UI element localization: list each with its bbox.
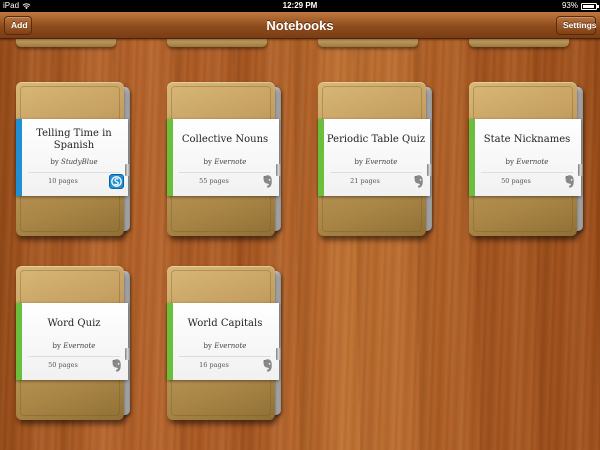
battery-percent: 93%: [561, 1, 578, 10]
notebook-title: Periodic Table Quiz: [326, 134, 426, 145]
notebook-label: Telling Time in Spanish by StudyBlue 10 …: [16, 119, 128, 196]
battery-fill: [583, 4, 595, 8]
author-name: StudyBlue: [61, 158, 98, 166]
notebook-label: Collective Nouns by Evernote 55 pages: [167, 119, 279, 196]
notebook-clasp: [125, 164, 130, 176]
status-bar: iPad 12:29 PM 93%: [0, 0, 600, 12]
notebook-title: Word Quiz: [47, 318, 101, 329]
evernote-icon: [260, 358, 275, 373]
notebook-periodic-table-quiz[interactable]: Periodic Table Quiz by Evernote 21 pages: [318, 82, 436, 236]
notebook-clasp: [427, 164, 432, 176]
notebook-state-nicknames[interactable]: State Nicknames by Evernote 50 pages: [469, 82, 587, 236]
notebook-author: by Evernote: [24, 342, 124, 350]
source-color-stripe: [469, 119, 475, 196]
notebook-world-capitals[interactable]: World Capitals by Evernote 16 pages: [167, 266, 285, 420]
notebook-title: World Capitals: [187, 318, 263, 329]
source-color-stripe: [318, 119, 324, 196]
notebook-page-count: 21 pages: [350, 177, 380, 185]
author-name: Evernote: [365, 158, 398, 166]
battery-icon: [581, 2, 599, 10]
author-prefix: by: [354, 158, 363, 166]
label-divider: [28, 356, 120, 357]
notebook-label: World Capitals by Evernote 16 pages: [167, 303, 279, 380]
notebook-page-count: 50 pages: [501, 177, 531, 185]
author-name: Evernote: [63, 342, 96, 350]
notebook-telling-time-in-spanish[interactable]: Telling Time in Spanish by StudyBlue 10 …: [16, 82, 134, 236]
notebook-clasp: [276, 164, 281, 176]
notebook-clasp: [578, 164, 583, 176]
source-color-stripe: [167, 303, 173, 380]
notebook-title: Telling Time in Spanish: [36, 128, 112, 151]
page-title: Notebooks: [266, 18, 334, 33]
notebook-title: Collective Nouns: [181, 134, 269, 145]
author-prefix: by: [50, 158, 59, 166]
notebook-collective-nouns[interactable]: Collective Nouns by Evernote 55 pages: [167, 82, 285, 236]
author-prefix: by: [52, 342, 61, 350]
author-name: Evernote: [214, 158, 247, 166]
label-divider: [481, 172, 573, 173]
notebook-clasp: [125, 348, 130, 360]
notebook-author: by Evernote: [175, 342, 275, 350]
clock: 12:29 PM: [282, 1, 318, 10]
author-prefix: by: [505, 158, 514, 166]
label-divider: [179, 356, 271, 357]
source-color-stripe: [16, 119, 22, 196]
notebook-author: by StudyBlue: [24, 158, 124, 166]
notebook-author: by Evernote: [175, 158, 275, 166]
notebook-title: State Nicknames: [483, 134, 571, 145]
author-prefix: by: [203, 158, 212, 166]
notebook-label: Periodic Table Quiz by Evernote 21 pages: [318, 119, 430, 196]
notebook-page-count: 55 pages: [199, 177, 229, 185]
navigation-bar: Add Notebooks Settings: [0, 12, 600, 39]
battery-group: 93%: [561, 0, 599, 12]
author-prefix: by: [203, 342, 212, 350]
partial-notebook[interactable]: [318, 39, 418, 47]
author-name: Evernote: [516, 158, 549, 166]
settings-button[interactable]: Settings: [556, 16, 597, 35]
partial-notebook[interactable]: [167, 39, 267, 47]
notebook-author: by Evernote: [326, 158, 426, 166]
partial-notebook[interactable]: [469, 39, 569, 47]
author-name: Evernote: [214, 342, 247, 350]
label-divider: [330, 172, 422, 173]
notebook-clasp: [276, 348, 281, 360]
source-color-stripe: [167, 119, 173, 196]
partial-notebook[interactable]: [16, 39, 116, 47]
notebook-author: by Evernote: [477, 158, 577, 166]
notebook-label: State Nicknames by Evernote 50 pages: [469, 119, 581, 196]
evernote-icon: [109, 358, 124, 373]
notebook-word-quiz[interactable]: Word Quiz by Evernote 50 pages: [16, 266, 134, 420]
notebook-page-count: 50 pages: [48, 361, 78, 369]
studyblue-icon: [109, 174, 124, 189]
label-divider: [28, 172, 120, 173]
evernote-icon: [562, 174, 577, 189]
evernote-icon: [411, 174, 426, 189]
evernote-icon: [260, 174, 275, 189]
label-divider: [179, 172, 271, 173]
notebook-label: Word Quiz by Evernote 50 pages: [16, 303, 128, 380]
notebook-page-count: 10 pages: [48, 177, 78, 185]
source-color-stripe: [16, 303, 22, 380]
notebook-page-count: 16 pages: [199, 361, 229, 369]
